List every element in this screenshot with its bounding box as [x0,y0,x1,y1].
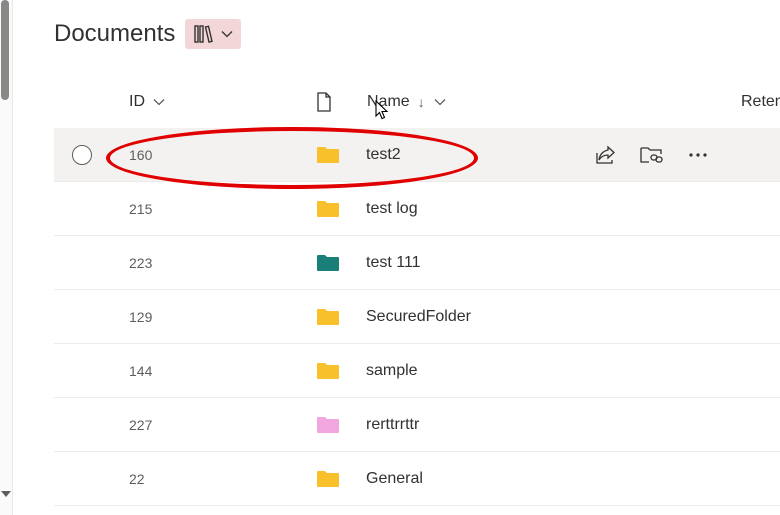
copy-link-icon[interactable] [640,143,664,167]
column-header-row: ID Name ↓ Reten [54,78,780,126]
row-name-link[interactable]: test log [366,182,418,235]
column-header-id[interactable]: ID [129,78,165,126]
row-select-radio[interactable] [72,144,92,165]
document-list: 160 test2 215 test log 223 test 111 129 … [54,128,780,506]
table-row[interactable]: 215 test log [54,182,780,236]
folder-icon [316,398,340,451]
row-name-link[interactable]: sample [366,344,418,397]
chevron-down-icon [153,99,165,106]
row-name-link[interactable]: General [366,452,423,505]
folder-icon [316,344,340,397]
column-header-retention[interactable]: Reten [741,78,780,126]
folder-icon [316,290,340,343]
table-row[interactable]: 144 sample [54,344,780,398]
row-id: 227 [129,416,153,433]
folder-icon [316,182,340,235]
scrollbar-thumb[interactable] [1,0,9,100]
row-name-link[interactable]: test 111 [366,236,421,289]
chevron-down-icon [221,31,233,38]
view-switch-button[interactable] [185,19,242,49]
page-title: Documents [54,20,176,47]
row-id: 129 [129,308,153,325]
scroll-down-arrow-icon[interactable] [1,491,11,497]
row-id: 144 [129,362,153,379]
row-select-cell[interactable] [72,128,92,181]
table-row[interactable]: 223 test 111 [54,236,780,290]
library-icon [194,25,214,43]
table-row[interactable]: 129 SecuredFolder [54,290,780,344]
folder-icon [316,452,340,505]
mouse-cursor-icon [375,100,389,120]
row-id: 22 [129,470,145,487]
more-icon[interactable] [686,143,710,167]
row-id: 223 [129,254,153,271]
column-header-retention-label: Reten [741,93,780,110]
table-row[interactable]: 160 test2 [54,128,780,182]
column-header-type[interactable] [316,78,332,126]
document-icon [317,92,331,112]
row-name-link[interactable]: rerttrrttr [366,398,419,451]
folder-icon [316,128,340,181]
row-actions [594,128,710,181]
row-name-link[interactable]: test2 [366,128,401,181]
sort-descending-icon: ↓ [417,94,425,110]
title-row: Documents [54,18,242,50]
row-name-link[interactable]: SecuredFolder [366,290,471,343]
share-icon[interactable] [594,143,618,167]
row-id: 215 [129,200,153,217]
chevron-down-icon [434,99,446,106]
vertical-scrollbar[interactable] [0,0,13,515]
table-row[interactable]: 22 General [54,452,780,506]
row-id: 160 [129,146,153,163]
table-row[interactable]: 227 rerttrrttr [54,398,780,452]
column-header-id-label: ID [129,93,145,110]
folder-icon [316,236,340,289]
